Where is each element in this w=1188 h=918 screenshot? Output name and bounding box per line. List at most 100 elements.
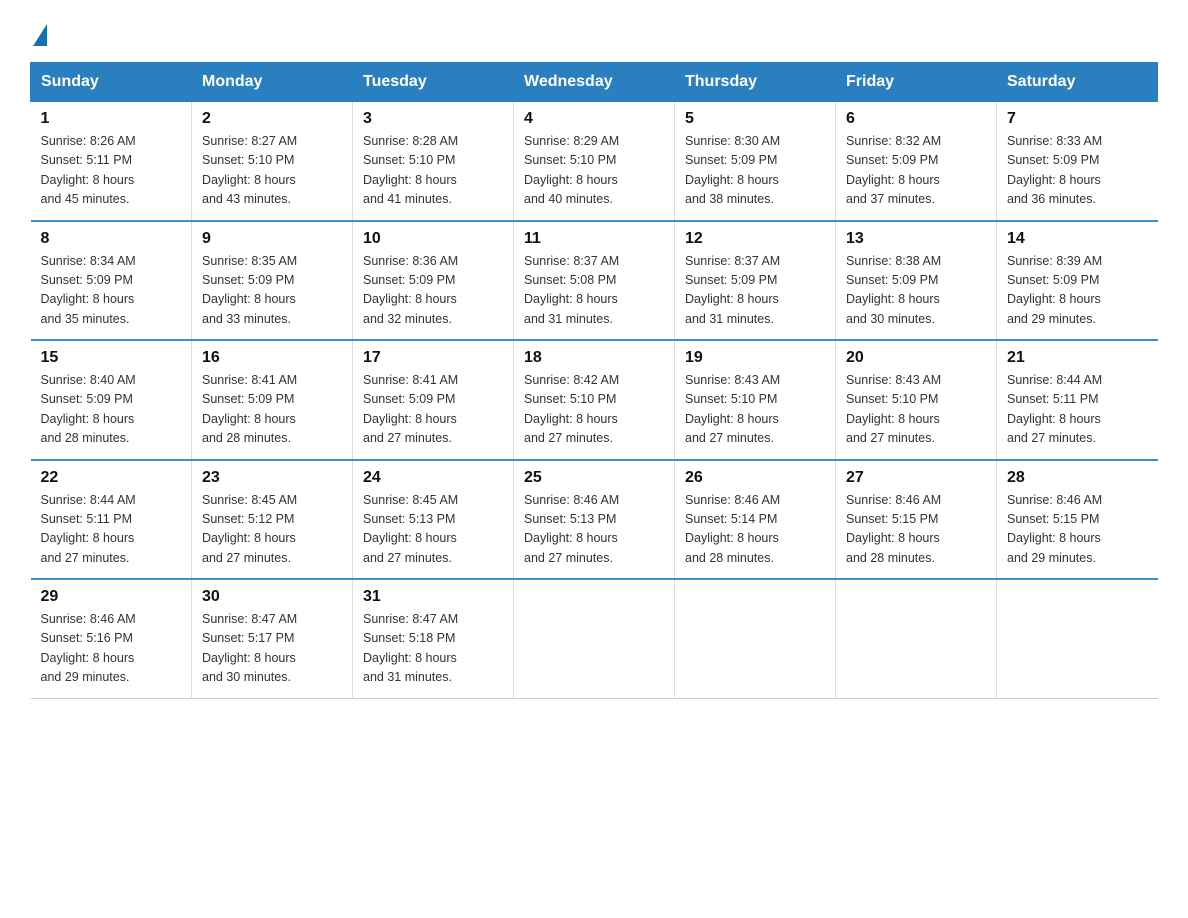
day-info: Sunrise: 8:32 AMSunset: 5:09 PMDaylight:…: [846, 132, 986, 210]
day-info: Sunrise: 8:26 AMSunset: 5:11 PMDaylight:…: [41, 132, 182, 210]
day-info: Sunrise: 8:41 AMSunset: 5:09 PMDaylight:…: [363, 371, 503, 449]
day-info: Sunrise: 8:46 AMSunset: 5:14 PMDaylight:…: [685, 491, 825, 569]
day-info: Sunrise: 8:46 AMSunset: 5:13 PMDaylight:…: [524, 491, 664, 569]
day-info: Sunrise: 8:46 AMSunset: 5:15 PMDaylight:…: [846, 491, 986, 569]
calendar-cell: 16 Sunrise: 8:41 AMSunset: 5:09 PMDaylig…: [192, 340, 353, 460]
calendar-cell: 14 Sunrise: 8:39 AMSunset: 5:09 PMDaylig…: [997, 221, 1158, 341]
calendar-cell: 31 Sunrise: 8:47 AMSunset: 5:18 PMDaylig…: [353, 579, 514, 698]
day-info: Sunrise: 8:33 AMSunset: 5:09 PMDaylight:…: [1007, 132, 1148, 210]
day-number: 18: [524, 349, 664, 367]
day-number: 13: [846, 230, 986, 248]
day-number: 15: [41, 349, 182, 367]
day-number: 19: [685, 349, 825, 367]
calendar-cell: 1 Sunrise: 8:26 AMSunset: 5:11 PMDayligh…: [31, 102, 192, 221]
day-number: 17: [363, 349, 503, 367]
calendar-cell: 13 Sunrise: 8:38 AMSunset: 5:09 PMDaylig…: [836, 221, 997, 341]
day-info: Sunrise: 8:43 AMSunset: 5:10 PMDaylight:…: [846, 371, 986, 449]
header-cell-thursday: Thursday: [675, 63, 836, 102]
day-number: 21: [1007, 349, 1148, 367]
calendar-cell: 10 Sunrise: 8:36 AMSunset: 5:09 PMDaylig…: [353, 221, 514, 341]
calendar-cell: 27 Sunrise: 8:46 AMSunset: 5:15 PMDaylig…: [836, 460, 997, 580]
day-info: Sunrise: 8:34 AMSunset: 5:09 PMDaylight:…: [41, 252, 182, 330]
header-cell-saturday: Saturday: [997, 63, 1158, 102]
calendar-cell: 28 Sunrise: 8:46 AMSunset: 5:15 PMDaylig…: [997, 460, 1158, 580]
day-number: 8: [41, 230, 182, 248]
day-info: Sunrise: 8:44 AMSunset: 5:11 PMDaylight:…: [41, 491, 182, 569]
day-number: 16: [202, 349, 342, 367]
header-cell-friday: Friday: [836, 63, 997, 102]
day-number: 4: [524, 110, 664, 128]
calendar-cell: 5 Sunrise: 8:30 AMSunset: 5:09 PMDayligh…: [675, 102, 836, 221]
day-info: Sunrise: 8:39 AMSunset: 5:09 PMDaylight:…: [1007, 252, 1148, 330]
day-info: Sunrise: 8:43 AMSunset: 5:10 PMDaylight:…: [685, 371, 825, 449]
day-info: Sunrise: 8:30 AMSunset: 5:09 PMDaylight:…: [685, 132, 825, 210]
calendar-cell: 12 Sunrise: 8:37 AMSunset: 5:09 PMDaylig…: [675, 221, 836, 341]
day-number: 23: [202, 469, 342, 487]
day-number: 28: [1007, 469, 1148, 487]
day-number: 7: [1007, 110, 1148, 128]
day-number: 26: [685, 469, 825, 487]
day-info: Sunrise: 8:37 AMSunset: 5:08 PMDaylight:…: [524, 252, 664, 330]
logo: [30, 20, 47, 44]
calendar-cell: 6 Sunrise: 8:32 AMSunset: 5:09 PMDayligh…: [836, 102, 997, 221]
page-header: [30, 20, 1158, 44]
day-number: 12: [685, 230, 825, 248]
calendar-cell: 15 Sunrise: 8:40 AMSunset: 5:09 PMDaylig…: [31, 340, 192, 460]
day-number: 5: [685, 110, 825, 128]
calendar-cell: 8 Sunrise: 8:34 AMSunset: 5:09 PMDayligh…: [31, 221, 192, 341]
calendar-cell: 17 Sunrise: 8:41 AMSunset: 5:09 PMDaylig…: [353, 340, 514, 460]
day-number: 14: [1007, 230, 1148, 248]
calendar-cell: 18 Sunrise: 8:42 AMSunset: 5:10 PMDaylig…: [514, 340, 675, 460]
day-number: 30: [202, 588, 342, 606]
calendar-cell: 22 Sunrise: 8:44 AMSunset: 5:11 PMDaylig…: [31, 460, 192, 580]
day-info: Sunrise: 8:45 AMSunset: 5:12 PMDaylight:…: [202, 491, 342, 569]
calendar-header-row: SundayMondayTuesdayWednesdayThursdayFrid…: [31, 63, 1158, 102]
calendar-cell: [997, 579, 1158, 698]
day-info: Sunrise: 8:46 AMSunset: 5:15 PMDaylight:…: [1007, 491, 1148, 569]
day-number: 27: [846, 469, 986, 487]
day-number: 10: [363, 230, 503, 248]
calendar-cell: 2 Sunrise: 8:27 AMSunset: 5:10 PMDayligh…: [192, 102, 353, 221]
calendar-cell: 4 Sunrise: 8:29 AMSunset: 5:10 PMDayligh…: [514, 102, 675, 221]
calendar-cell: [836, 579, 997, 698]
day-info: Sunrise: 8:47 AMSunset: 5:17 PMDaylight:…: [202, 610, 342, 688]
day-number: 3: [363, 110, 503, 128]
day-number: 31: [363, 588, 503, 606]
calendar-week-row: 8 Sunrise: 8:34 AMSunset: 5:09 PMDayligh…: [31, 221, 1158, 341]
day-info: Sunrise: 8:44 AMSunset: 5:11 PMDaylight:…: [1007, 371, 1148, 449]
calendar-cell: 3 Sunrise: 8:28 AMSunset: 5:10 PMDayligh…: [353, 102, 514, 221]
day-info: Sunrise: 8:47 AMSunset: 5:18 PMDaylight:…: [363, 610, 503, 688]
day-number: 22: [41, 469, 182, 487]
header-cell-tuesday: Tuesday: [353, 63, 514, 102]
calendar-week-row: 15 Sunrise: 8:40 AMSunset: 5:09 PMDaylig…: [31, 340, 1158, 460]
calendar-cell: 25 Sunrise: 8:46 AMSunset: 5:13 PMDaylig…: [514, 460, 675, 580]
day-number: 20: [846, 349, 986, 367]
day-info: Sunrise: 8:38 AMSunset: 5:09 PMDaylight:…: [846, 252, 986, 330]
header-cell-wednesday: Wednesday: [514, 63, 675, 102]
calendar-cell: 29 Sunrise: 8:46 AMSunset: 5:16 PMDaylig…: [31, 579, 192, 698]
day-info: Sunrise: 8:27 AMSunset: 5:10 PMDaylight:…: [202, 132, 342, 210]
calendar-table: SundayMondayTuesdayWednesdayThursdayFrid…: [30, 62, 1158, 699]
day-number: 25: [524, 469, 664, 487]
calendar-cell: 20 Sunrise: 8:43 AMSunset: 5:10 PMDaylig…: [836, 340, 997, 460]
day-info: Sunrise: 8:42 AMSunset: 5:10 PMDaylight:…: [524, 371, 664, 449]
header-cell-monday: Monday: [192, 63, 353, 102]
calendar-cell: 21 Sunrise: 8:44 AMSunset: 5:11 PMDaylig…: [997, 340, 1158, 460]
day-info: Sunrise: 8:37 AMSunset: 5:09 PMDaylight:…: [685, 252, 825, 330]
calendar-cell: [514, 579, 675, 698]
day-info: Sunrise: 8:35 AMSunset: 5:09 PMDaylight:…: [202, 252, 342, 330]
calendar-cell: 26 Sunrise: 8:46 AMSunset: 5:14 PMDaylig…: [675, 460, 836, 580]
day-number: 9: [202, 230, 342, 248]
day-info: Sunrise: 8:45 AMSunset: 5:13 PMDaylight:…: [363, 491, 503, 569]
day-info: Sunrise: 8:29 AMSunset: 5:10 PMDaylight:…: [524, 132, 664, 210]
calendar-week-row: 1 Sunrise: 8:26 AMSunset: 5:11 PMDayligh…: [31, 102, 1158, 221]
calendar-cell: 24 Sunrise: 8:45 AMSunset: 5:13 PMDaylig…: [353, 460, 514, 580]
day-info: Sunrise: 8:46 AMSunset: 5:16 PMDaylight:…: [41, 610, 182, 688]
day-number: 29: [41, 588, 182, 606]
calendar-week-row: 29 Sunrise: 8:46 AMSunset: 5:16 PMDaylig…: [31, 579, 1158, 698]
calendar-cell: 30 Sunrise: 8:47 AMSunset: 5:17 PMDaylig…: [192, 579, 353, 698]
calendar-cell: 23 Sunrise: 8:45 AMSunset: 5:12 PMDaylig…: [192, 460, 353, 580]
day-number: 1: [41, 110, 182, 128]
day-info: Sunrise: 8:36 AMSunset: 5:09 PMDaylight:…: [363, 252, 503, 330]
calendar-cell: 7 Sunrise: 8:33 AMSunset: 5:09 PMDayligh…: [997, 102, 1158, 221]
